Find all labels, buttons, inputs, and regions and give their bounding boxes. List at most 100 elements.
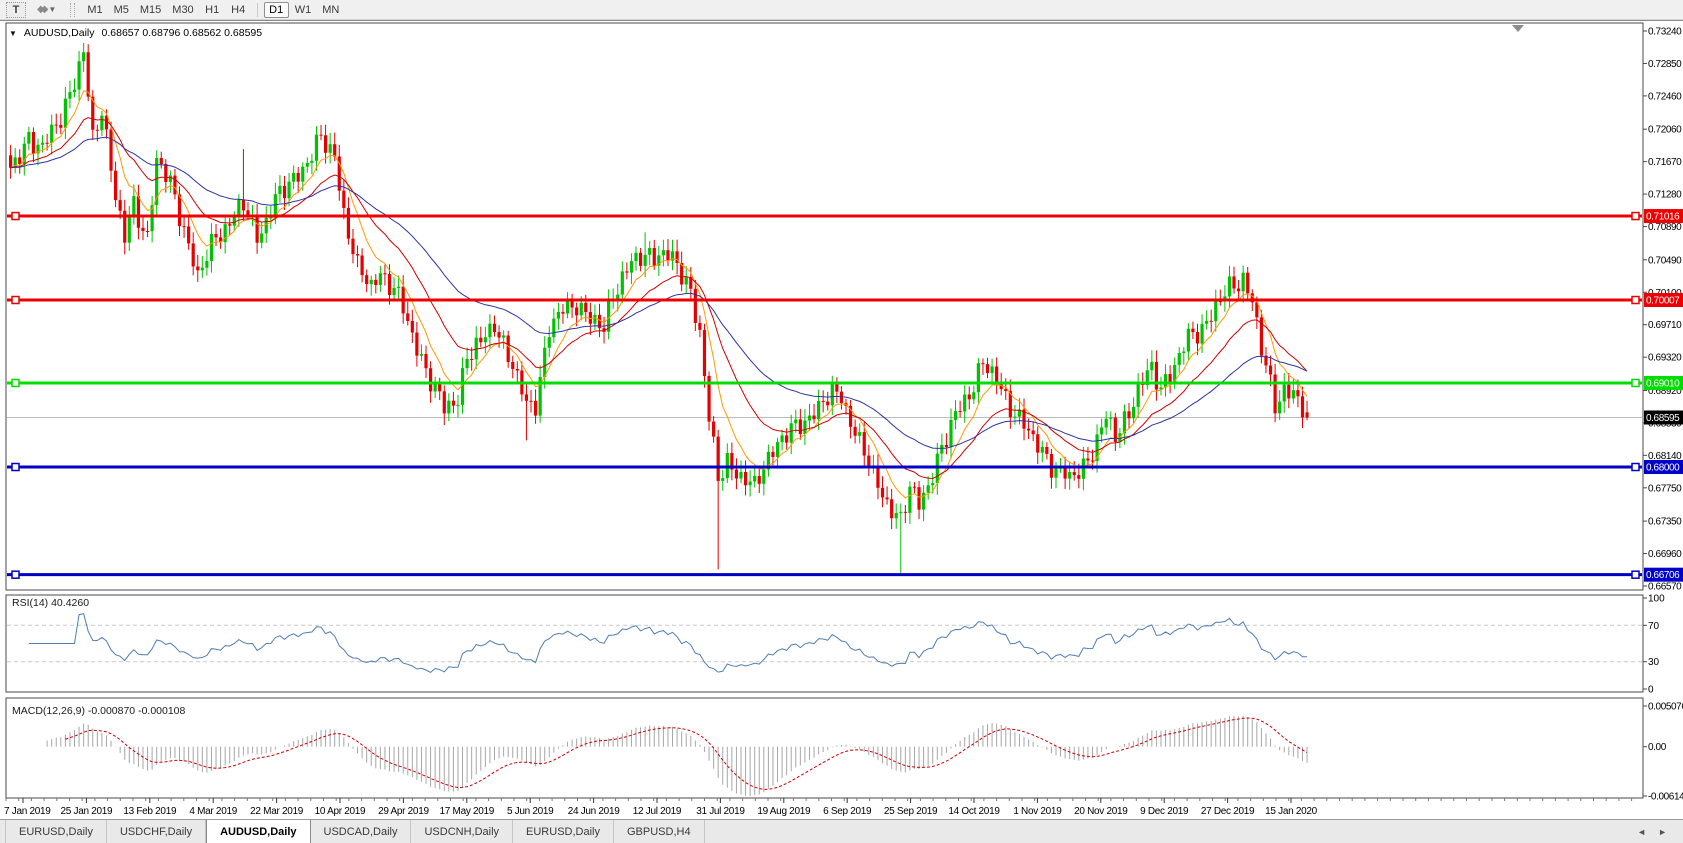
date-tick-label: 17 May 2019 — [440, 806, 495, 817]
svg-text:0.68000: 0.68000 — [1646, 463, 1680, 474]
hline-handle[interactable] — [12, 297, 19, 304]
hline-handle[interactable] — [1632, 464, 1639, 471]
rsi-tick-label: 70 — [1648, 621, 1660, 632]
timeframe-buttons: M1M5M15M30H1H4 D1W1MN — [82, 2, 344, 18]
date-tick-label: 29 Apr 2019 — [378, 806, 429, 817]
toolbar-grip — [70, 3, 75, 17]
price-tick-label: 0.73240 — [1648, 27, 1682, 38]
hline-handle[interactable] — [12, 571, 19, 578]
hline-handle[interactable] — [1632, 213, 1639, 220]
rsi-tick-label: 0 — [1648, 685, 1654, 696]
chart-tab-usdcnh-daily[interactable]: USDCNH,Daily — [411, 820, 513, 843]
timeframe-button-m1[interactable]: M1 — [82, 2, 107, 18]
objects-dropdown-button[interactable]: ◆◆ ▼ — [34, 2, 59, 18]
date-tick-label: 24 Jun 2019 — [568, 806, 620, 817]
chart-symbol-label: AUDUSD,Daily — [24, 27, 95, 39]
macd-panel — [6, 698, 1643, 798]
date-tick-label: 9 Dec 2019 — [1140, 806, 1189, 817]
date-tick-label: 12 Jul 2019 — [633, 806, 682, 817]
timeframe-button-d1[interactable]: D1 — [264, 2, 289, 18]
macd-indicator-label: MACD(12,26,9) -0.000870 -0.000108 — [12, 705, 185, 717]
price-tick-label: 0.66960 — [1648, 549, 1682, 560]
svg-text:0.70007: 0.70007 — [1646, 296, 1680, 307]
chart-ohlc-values: 0.68657 0.68796 0.68562 0.68595 — [102, 27, 263, 39]
rsi-tick-label: 30 — [1648, 657, 1660, 668]
chart-tab-gbpusd-h4[interactable]: GBPUSD,H4 — [614, 820, 705, 843]
price-tick-label: 0.71280 — [1648, 190, 1682, 201]
chart-window: 0.73240 0.72850 0.72460 0.72060 0.71670 0.712… — [0, 20, 1683, 819]
svg-text:0.66706: 0.66706 — [1646, 570, 1680, 581]
time-axis: 7 Jan 2019 25 Jan 2019 13 Feb 2019 4 Mar 20… — [4, 798, 1632, 817]
price-tick-label: 0.66570 — [1648, 582, 1682, 593]
hline-handle[interactable] — [12, 464, 19, 471]
price-tick-label: 0.67750 — [1648, 483, 1682, 494]
date-tick-label: 27 Dec 2019 — [1201, 806, 1255, 817]
hline-handle[interactable] — [1632, 379, 1639, 386]
chart-tab-bar: EURUSD,DailyUSDCHF,DailyAUDUSD,DailyUSDC… — [0, 819, 1683, 843]
date-tick-label: 13 Feb 2019 — [123, 806, 177, 817]
date-tick-label: 14 Oct 2019 — [948, 806, 1000, 817]
price-tick-label: 0.70890 — [1648, 222, 1682, 233]
svg-text:0.71016: 0.71016 — [1646, 212, 1680, 223]
collapse-icon[interactable]: ▼ — [9, 29, 17, 38]
toolbar-separator — [257, 3, 258, 17]
svg-text:0.68595: 0.68595 — [1646, 413, 1680, 424]
price-tick-label: 0.69320 — [1648, 353, 1682, 364]
chart-tab-audusd-daily[interactable]: AUDUSD,Daily — [206, 820, 310, 843]
date-tick-label: 20 Nov 2019 — [1074, 806, 1128, 817]
macd-tick-label: -0.006148 — [1648, 792, 1683, 803]
macd-tick-label: 0.005076 — [1648, 702, 1683, 713]
chart-canvas[interactable]: 0.73240 0.72850 0.72460 0.72060 0.71670 0.712… — [0, 21, 1683, 820]
price-tick-label: 0.72850 — [1648, 59, 1682, 70]
text-tool-button[interactable]: T — [6, 2, 26, 18]
date-tick-label: 25 Jan 2019 — [61, 806, 113, 817]
date-tick-label: 1 Nov 2019 — [1013, 806, 1062, 817]
chart-tab-eurusd-daily[interactable]: EURUSD,Daily — [513, 820, 614, 843]
hline-handle[interactable] — [12, 379, 19, 386]
tab-scroll-left-icon[interactable]: ◄ — [1637, 827, 1646, 837]
timeframe-button-h4[interactable]: H4 — [226, 2, 251, 18]
tab-scroll-right-icon[interactable]: ► — [1658, 827, 1667, 837]
price-axis: 0.73240 0.72850 0.72460 0.72060 0.71670 0.712… — [1643, 27, 1683, 803]
date-tick-label: 7 Jan 2019 — [4, 806, 51, 817]
main-panel — [6, 23, 1643, 590]
price-tick-label: 0.67350 — [1648, 517, 1682, 528]
date-tick-label: 4 Mar 2019 — [189, 806, 237, 817]
top-toolbar: T ◆◆ ▼ M1M5M15M30H1H4 D1W1MN — [0, 0, 1683, 20]
price-tick-label: 0.72460 — [1648, 91, 1682, 102]
price-tick-label: 0.72060 — [1648, 125, 1682, 136]
chart-tab-usdcad-daily[interactable]: USDCAD,Daily — [311, 820, 412, 843]
date-tick-label: 5 Jun 2019 — [507, 806, 554, 817]
svg-text:0.69010: 0.69010 — [1646, 378, 1680, 389]
timeframe-button-m5[interactable]: M5 — [109, 2, 134, 18]
price-tick-label: 0.69710 — [1648, 320, 1682, 331]
hline-handle[interactable] — [1632, 297, 1639, 304]
chart-tabs: EURUSD,DailyUSDCHF,DailyAUDUSD,DailyUSDC… — [6, 820, 705, 843]
date-tick-label: 19 Aug 2019 — [757, 806, 811, 817]
chart-tab-usdchf-daily[interactable]: USDCHF,Daily — [107, 820, 206, 843]
hline-handle[interactable] — [1632, 571, 1639, 578]
date-tick-label: 15 Jan 2020 — [1265, 806, 1317, 817]
price-tick-label: 0.70490 — [1648, 255, 1682, 266]
date-tick-label: 6 Sep 2019 — [823, 806, 872, 817]
shapes-icon: ◆◆ — [37, 4, 44, 15]
timeframe-button-h1[interactable]: H1 — [200, 2, 225, 18]
text-tool-label: T — [13, 4, 20, 16]
date-tick-label: 10 Apr 2019 — [315, 806, 366, 817]
date-tick-label: 31 Jul 2019 — [696, 806, 745, 817]
price-tick-label: 0.71670 — [1648, 157, 1682, 168]
macd-tick-label: 0.00 — [1648, 742, 1667, 753]
timeframe-button-w1[interactable]: W1 — [290, 2, 317, 18]
date-tick-label: 25 Sep 2019 — [884, 806, 938, 817]
rsi-tick-label: 100 — [1648, 594, 1665, 605]
timeframe-button-m15[interactable]: M15 — [135, 2, 166, 18]
timeframe-button-m30[interactable]: M30 — [167, 2, 198, 18]
rsi-indicator-label: RSI(14) 40.4260 — [12, 597, 89, 609]
chart-tab-eurusd-daily[interactable]: EURUSD,Daily — [6, 820, 107, 843]
tab-scroll-controls: ◄ ► — [1637, 820, 1683, 843]
date-tick-label: 22 Mar 2019 — [250, 806, 304, 817]
hline-handle[interactable] — [12, 213, 19, 220]
chevron-down-icon: ▼ — [48, 5, 56, 14]
chart-title: ▼ AUDUSD,Daily 0.68657 0.68796 0.68562 0… — [9, 27, 262, 39]
timeframe-button-mn[interactable]: MN — [317, 2, 344, 18]
